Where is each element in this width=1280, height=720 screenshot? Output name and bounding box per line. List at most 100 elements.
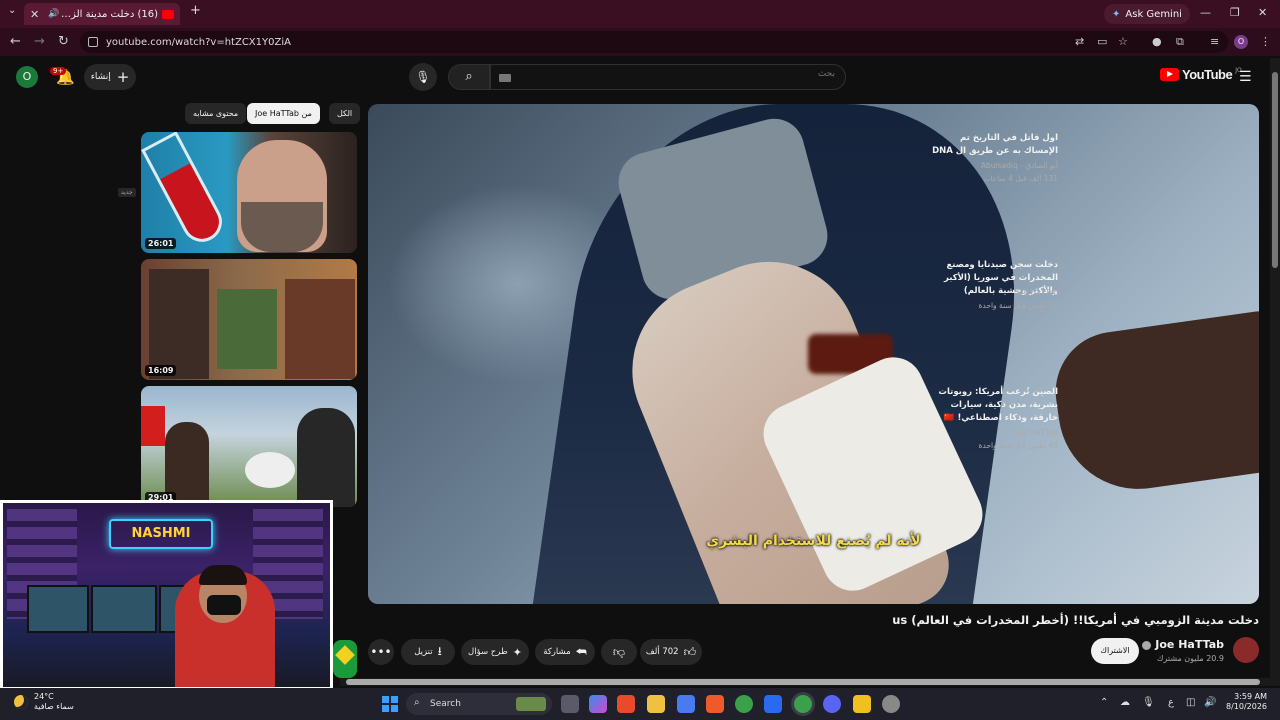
guide-menu-icon[interactable]: ☰ [1239, 69, 1252, 85]
share-button[interactable]: ⮪ مشاركة [535, 639, 595, 665]
windows-start-icon[interactable] [382, 696, 398, 712]
app-icon[interactable] [764, 695, 782, 713]
translate-icon[interactable]: ⇄ [1075, 35, 1084, 48]
rec-title[interactable]: اول قاتل في التاريخ تم الإمساك به عن طري… [926, 132, 1058, 158]
rec-thumbnail[interactable]: 26:01 [141, 132, 357, 253]
extensions-puzzle-icon[interactable]: ⧉ [1176, 35, 1184, 49]
taskbar-clock[interactable]: 3:59 AM 8/10/2026 [1226, 692, 1267, 713]
taskbar-search-label: Search [430, 699, 461, 709]
page-vertical-scrollbar[interactable] [1270, 58, 1280, 686]
search-button[interactable]: ⌕ [448, 64, 490, 90]
scrollbar-thumb[interactable] [1272, 72, 1278, 268]
install-app-icon[interactable]: ▭ [1097, 35, 1107, 48]
site-info-icon[interactable] [88, 37, 98, 47]
microphone-icon[interactable]: 🎙 [1142, 697, 1155, 708]
new-tab-icon[interactable]: + [190, 3, 201, 18]
rec-meta: 27 مليون قبل سنة واحدة [978, 301, 1058, 310]
verified-icon [1142, 640, 1152, 650]
minimize-icon[interactable]: — [1200, 6, 1211, 19]
more-actions-button[interactable]: ••• [368, 639, 394, 665]
browser-menu-icon[interactable]: ⋮ [1260, 35, 1271, 48]
ask-button[interactable]: ✦ طرح سؤال [461, 639, 529, 665]
audio-playing-icon[interactable]: 🔊 [48, 9, 59, 19]
app-icon[interactable] [853, 695, 871, 713]
weather-widget[interactable]: 24°C سماء صافية [14, 692, 74, 712]
filter-chip-label: الكل [337, 109, 353, 118]
task-view-icon[interactable] [561, 695, 579, 713]
tab-title: (16) دخلت مدينة الزومبي في [59, 8, 158, 20]
search-box[interactable] [490, 64, 846, 90]
filter-chip-all[interactable]: الكل [329, 103, 361, 124]
like-button[interactable]: 👍︎ 702 ألف [640, 639, 702, 665]
reading-list-icon[interactable]: ≡ [1210, 35, 1219, 48]
youtube-wordmark: YouTube [1182, 67, 1233, 82]
weather-condition: سماء صافية [34, 702, 74, 711]
reload-icon[interactable]: ↻ [58, 34, 69, 49]
browser-tab-bar: ⌄ (16) دخلت مدينة الزومبي في 🔊 ✕ + ✦ Ask… [0, 0, 1280, 28]
copilot-icon[interactable] [589, 695, 607, 713]
search-input[interactable] [535, 69, 835, 79]
video-player[interactable] [368, 104, 1259, 604]
brazil-flag-icon [335, 645, 355, 665]
download-button[interactable]: ⭳ تنزيل [401, 639, 455, 665]
china-flag-icon [141, 406, 165, 446]
browser-profile-avatar[interactable]: O [1234, 35, 1248, 49]
filter-chip-related[interactable]: محتوى مشابه [185, 103, 247, 124]
network-icon[interactable]: ◫ [1186, 697, 1195, 708]
scrollbar-thumb[interactable] [346, 679, 1260, 685]
share-arrow-icon: ⮪ [575, 644, 587, 659]
app-icon[interactable] [882, 695, 900, 713]
tab-list-icon[interactable]: ⌄ [8, 5, 16, 16]
back-icon[interactable]: ← [10, 34, 21, 49]
rec-thumbnail[interactable] [333, 640, 357, 678]
discord-icon[interactable] [823, 695, 841, 713]
test-tube-icon [141, 132, 229, 249]
filter-chip-label: من Joe HaTTab [255, 109, 312, 118]
youtube-logo[interactable]: YouTube JO [1160, 67, 1242, 82]
channel-avatar[interactable] [1233, 637, 1259, 663]
rec-thumbnail[interactable]: 16:09 [141, 259, 357, 380]
url-bar[interactable]: youtube.com/watch?v=htZCX1Y0ZiA [80, 31, 1228, 53]
restore-icon[interactable]: ❐ [1230, 6, 1240, 19]
extension-circle-icon[interactable]: ● [1152, 35, 1162, 48]
moon-icon [14, 695, 28, 709]
thumbnail-mural [217, 289, 277, 369]
plus-icon: + [116, 68, 130, 86]
brave-icon[interactable] [706, 695, 724, 713]
file-explorer-icon[interactable] [647, 695, 665, 713]
account-avatar[interactable]: O [16, 66, 38, 88]
ask-gemini-button[interactable]: ✦ Ask Gemini [1104, 4, 1190, 24]
input-language-indicator[interactable]: ع [1168, 697, 1174, 708]
tab-close-icon[interactable]: ✕ [30, 8, 39, 21]
video-frame-hand [1047, 308, 1259, 500]
bookmark-star-icon[interactable]: ☆ [1118, 35, 1128, 48]
subscribe-button[interactable]: الاشتراك [1091, 638, 1139, 664]
close-window-icon[interactable]: ✕ [1258, 6, 1267, 19]
rec-title[interactable]: الصين تُرعب أمريكا: روبوتات بشرية، مدن ذ… [926, 386, 1058, 424]
rec-thumbnail[interactable]: 29:01 [141, 386, 357, 507]
rec-meta: 131 ألف قبل 4 ساعات [983, 174, 1058, 183]
weather-temperature: 24°C [34, 692, 54, 701]
chrome-icon[interactable] [735, 695, 753, 713]
clock-time: 3:59 AM [1234, 692, 1268, 701]
volume-icon[interactable]: 🔊 [1204, 697, 1216, 708]
onedrive-icon[interactable]: ☁ [1120, 697, 1130, 708]
dislike-button[interactable]: 👎︎ [601, 639, 637, 665]
taskbar-search[interactable]: ⌕ Search [406, 693, 552, 715]
filter-chip-from-channel[interactable]: من Joe HaTTab [247, 103, 320, 124]
chrome-active-icon[interactable] [794, 695, 812, 713]
rec-channel[interactable]: أبو الصادق - Abulsadiq [981, 161, 1058, 170]
photos-icon[interactable] [677, 695, 695, 713]
office-icon[interactable] [617, 695, 635, 713]
voice-search-mic-icon[interactable]: 🎙 [409, 63, 437, 91]
windows-taskbar [0, 688, 1280, 720]
create-button[interactable]: إنشاء + [84, 64, 136, 90]
channel-name[interactable]: Joe HaTTab [1139, 638, 1224, 651]
page-horizontal-scrollbar[interactable] [340, 678, 1270, 686]
browser-tab-youtube[interactable]: (16) دخلت مدينة الزومبي في 🔊 ✕ [24, 3, 180, 25]
forward-icon[interactable]: → [34, 34, 45, 49]
show-hidden-icons-icon[interactable]: ⌃ [1100, 697, 1108, 708]
rec-channel[interactable]: Joe HaTTab [1017, 428, 1058, 437]
keyboard-icon[interactable] [499, 74, 511, 82]
rec-channel[interactable]: Joe HaTTab [1017, 288, 1058, 297]
